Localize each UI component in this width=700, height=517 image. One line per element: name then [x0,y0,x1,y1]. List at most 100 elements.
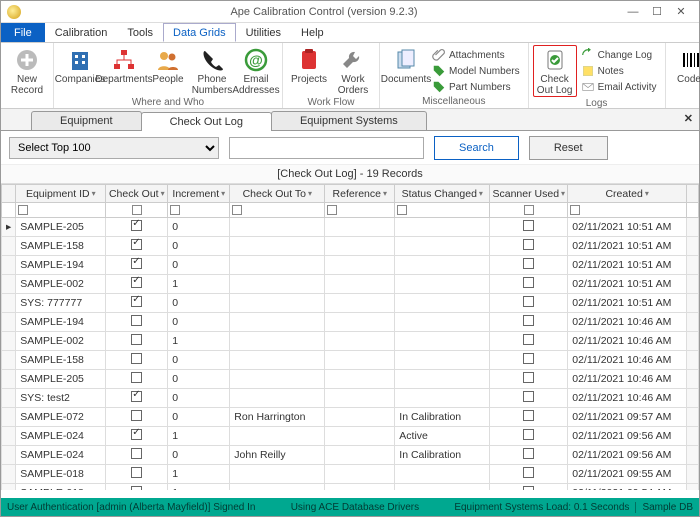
table-row[interactable]: SAMPLE-158002/11/2021 10:51 AM [2,237,699,256]
table-row[interactable]: SYS: 777777002/11/2021 10:51 AM [2,294,699,313]
table-row[interactable]: SAMPLE-205002/11/2021 10:46 AM [2,370,699,389]
cell-equipment-id: SAMPLE-002 [16,275,106,294]
col-reference[interactable]: Reference▾ [325,185,395,203]
search-input[interactable] [229,137,424,159]
cell-check-out[interactable] [106,408,168,427]
cell-scanner-used[interactable] [490,408,568,427]
ribbon-email[interactable]: @Email Addresses [234,45,278,96]
menu-data-grids[interactable]: Data Grids [163,23,236,42]
cell-scanner-used[interactable] [490,446,568,465]
ribbon-projects[interactable]: Projects [287,45,331,85]
tab-close-button[interactable]: ✕ [684,112,693,125]
col-check-out-to[interactable]: Check Out To▾ [230,185,325,203]
close-window-button[interactable]: ✕ [669,3,693,21]
ribbon-change-log[interactable]: Change Log [577,47,661,63]
ribbon-check-out-log[interactable]: Check Out Log [533,45,577,97]
ribbon-notes[interactable]: Notes [577,63,661,79]
cell-check-out[interactable] [106,465,168,484]
ribbon-documents[interactable]: Documents [384,45,428,85]
col-scanner-used[interactable]: Scanner Used▾ [490,185,568,203]
cell-check-out[interactable] [106,351,168,370]
ribbon-model-numbers[interactable]: Model Numbers [428,63,524,79]
cell-scanner-used[interactable] [490,351,568,370]
ribbon-part-numbers[interactable]: Part Numbers [428,79,524,95]
ribbon-phone[interactable]: Phone Numbers [190,45,234,96]
menu-calibration[interactable]: Calibration [45,23,118,42]
search-button[interactable]: Search [434,136,519,160]
col-increment[interactable]: Increment▾ [168,185,230,203]
cell-scanner-used[interactable] [490,332,568,351]
ribbon-attachments[interactable]: Attachments [428,47,524,63]
menu-utilities[interactable]: Utilities [236,23,291,42]
status-auth: User Authentication [admin (Alberta Mayf… [7,502,255,513]
col-created[interactable]: Created▾ [568,185,687,203]
tag-icon [432,64,446,78]
table-row[interactable]: SAMPLE-018102/11/2021 09:55 AM [2,465,699,484]
cell-scanner-used[interactable] [490,370,568,389]
cell-scanner-used[interactable] [490,427,568,446]
cell-check-out[interactable] [106,218,168,237]
cell-check-out[interactable] [106,370,168,389]
table-row[interactable]: SAMPLE-002102/11/2021 10:46 AM [2,332,699,351]
cell-scanner-used[interactable] [490,237,568,256]
col-status-changed[interactable]: Status Changed▾ [395,185,490,203]
cell-check-out[interactable] [106,313,168,332]
cell-check-out[interactable] [106,256,168,275]
menu-tools[interactable]: Tools [117,23,163,42]
tab-check-out-log[interactable]: Check Out Log [141,112,272,131]
cell-increment: 0 [168,313,230,332]
cell-reference [325,294,395,313]
cell-scanner-used[interactable] [490,294,568,313]
cell-check-out-to [230,389,325,408]
cell-check-out[interactable] [106,294,168,313]
menu-file[interactable]: File [1,23,45,42]
cell-check-out[interactable] [106,332,168,351]
table-row[interactable]: SAMPLE-0241Active02/11/2021 09:56 AM [2,427,699,446]
cell-check-out[interactable] [106,275,168,294]
minimize-button[interactable]: — [621,3,645,21]
cell-scanner-used[interactable] [490,465,568,484]
cell-check-out[interactable] [106,484,168,491]
cell-check-out[interactable] [106,446,168,465]
ribbon-people[interactable]: People [146,45,190,85]
tab-equipment-systems[interactable]: Equipment Systems [271,111,427,130]
table-row[interactable]: SAMPLE-002102/11/2021 10:51 AM [2,275,699,294]
cell-created: 02/11/2021 10:51 AM [568,275,687,294]
table-row[interactable]: SAMPLE-158002/11/2021 10:46 AM [2,351,699,370]
cell-check-out[interactable] [106,237,168,256]
cell-scanner-used[interactable] [490,218,568,237]
ribbon-group-misc: Miscellaneous [422,95,485,109]
table-row[interactable]: ▸SAMPLE-205002/11/2021 10:51 AM [2,218,699,237]
table-row[interactable]: SYS: test2002/11/2021 10:46 AM [2,389,699,408]
cell-check-out[interactable] [106,427,168,446]
col-check-out[interactable]: Check Out▾ [106,185,168,203]
table-row[interactable]: SAMPLE-0720Ron HarringtonIn Calibration0… [2,408,699,427]
cell-created: 02/11/2021 09:55 AM [568,465,687,484]
cell-scanner-used[interactable] [490,484,568,491]
grid-header-row: Equipment ID▾ Check Out▾ Increment▾ Chec… [2,185,699,203]
table-row[interactable]: SAMPLE-0240John ReillyIn Calibration02/1… [2,446,699,465]
table-row[interactable]: SAMPLE-018102/11/2021 09:54 AM [2,484,699,491]
table-row[interactable]: SAMPLE-194002/11/2021 10:51 AM [2,256,699,275]
col-equipment-id[interactable]: Equipment ID▾ [16,185,106,203]
cell-scanner-used[interactable] [490,389,568,408]
cell-scanner-used[interactable] [490,256,568,275]
cell-check-out-to [230,294,325,313]
ribbon-email-activity[interactable]: Email Activity [577,79,661,95]
ribbon-new-record[interactable]: New Record [5,45,49,96]
cell-scanner-used[interactable] [490,313,568,332]
tab-equipment[interactable]: Equipment [31,111,142,130]
table-row[interactable]: SAMPLE-194002/11/2021 10:46 AM [2,313,699,332]
ribbon-codes[interactable]: Codes [670,45,700,85]
ribbon-documents-label: Documents [381,74,432,85]
select-top-dropdown[interactable]: Select Top 100 [9,137,219,159]
menu-help[interactable]: Help [291,23,334,42]
reset-button[interactable]: Reset [529,136,608,160]
ribbon-departments[interactable]: Departments [102,45,146,85]
ribbon-work-orders[interactable]: Work Orders [331,45,375,96]
cell-equipment-id: SAMPLE-205 [16,370,106,389]
maximize-button[interactable]: ☐ [645,3,669,21]
grid-filter-row[interactable] [2,203,699,218]
cell-scanner-used[interactable] [490,275,568,294]
cell-check-out[interactable] [106,389,168,408]
